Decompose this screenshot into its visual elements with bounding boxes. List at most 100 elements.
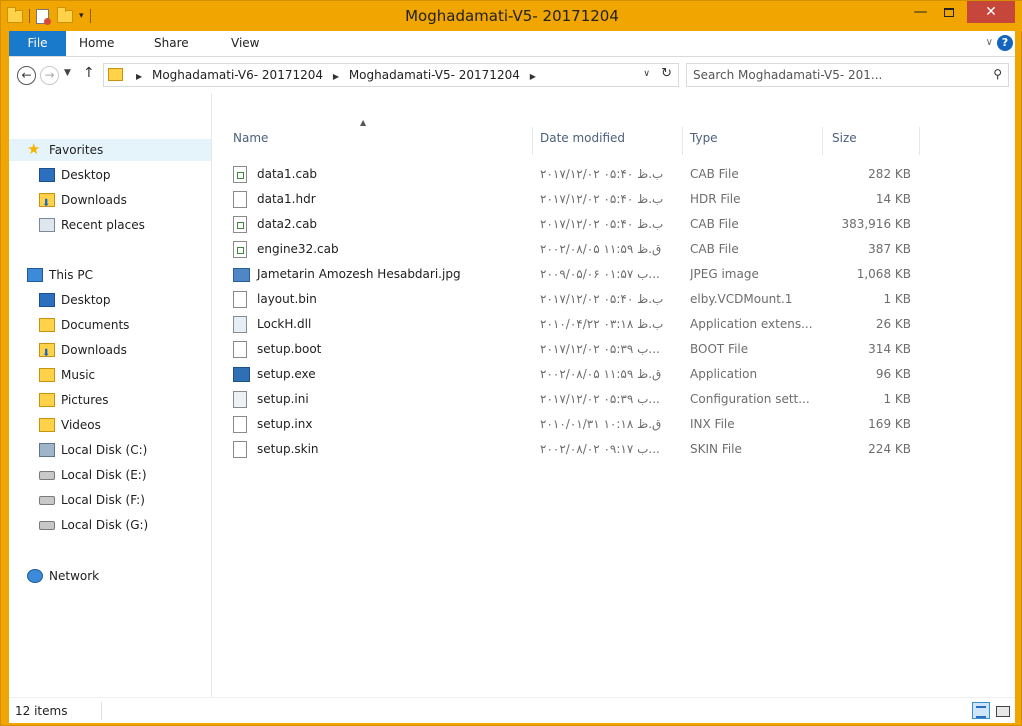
- file-date: ۲۰۱۷/۱۲/۰۲ ب.ظ ۰۵:۴۰: [540, 167, 664, 181]
- recent-locations-icon[interactable]: ▼: [64, 68, 71, 78]
- documents-icon: [39, 318, 55, 332]
- expand-ribbon-icon[interactable]: ∨: [986, 37, 993, 48]
- file-row[interactable]: setup.inx ۲۰۱۰/۰۱/۳۱ ق.ظ ۱۰:۱۸ INX File …: [212, 412, 1015, 437]
- file-icon: [233, 341, 247, 358]
- downloads-icon: [39, 193, 55, 215]
- desktop-icon: [39, 168, 55, 182]
- tab-share[interactable]: Share: [154, 31, 189, 56]
- minimize-button[interactable]: —: [906, 1, 935, 23]
- tab-file[interactable]: File: [9, 31, 66, 56]
- file-date: ۲۰۰۹/۰۵/۰۶ ب ۰۱:۵۷...: [540, 267, 660, 281]
- file-type: CAB File: [690, 167, 739, 181]
- cab-file-icon: [233, 216, 247, 233]
- file-date: ۲۰۰۲/۰۸/۰۲ ب ۰۹:۱۷...: [540, 442, 660, 456]
- refresh-icon[interactable]: ↻: [661, 66, 672, 81]
- file-date: ۲۰۰۲/۰۸/۰۵ ق.ظ ۱۱:۵۹: [540, 242, 662, 256]
- file-size: 96 KB: [875, 367, 911, 381]
- breadcrumb-chevron-icon[interactable]: ▶: [333, 72, 339, 81]
- pictures-icon: [39, 393, 55, 407]
- breadcrumb-item[interactable]: Moghadamati-V6- 20171204: [152, 68, 323, 82]
- network-icon: [27, 569, 43, 583]
- file-name: LockH.dll: [257, 317, 312, 331]
- nav-label: This PC: [49, 268, 93, 282]
- file-date: ۲۰۰۲/۰۸/۰۵ ق.ظ ۱۱:۵۹: [540, 367, 662, 381]
- file-row[interactable]: data1.hdr ۲۰۱۷/۱۲/۰۲ ب.ظ ۰۵:۴۰ HDR File …: [212, 187, 1015, 212]
- maximize-button[interactable]: [935, 1, 962, 23]
- file-type: CAB File: [690, 217, 739, 231]
- tab-home[interactable]: Home: [79, 31, 114, 56]
- close-button[interactable]: ✕: [967, 1, 1015, 23]
- cab-file-icon: [233, 166, 247, 183]
- file-size: 1,068 KB: [856, 267, 911, 281]
- address-bar[interactable]: ▶ Moghadamati-V6- 20171204 ▶ Moghadamati…: [103, 63, 679, 87]
- file-row[interactable]: data2.cab ۲۰۱۷/۱۲/۰۲ ب.ظ ۰۵:۴۰ CAB File …: [212, 212, 1015, 237]
- file-size: 14 KB: [875, 192, 911, 206]
- help-icon[interactable]: ?: [997, 35, 1013, 51]
- breadcrumb-item[interactable]: Moghadamati-V5- 20171204: [349, 68, 520, 82]
- file-name: data1.hdr: [257, 192, 316, 206]
- file-date: ۲۰۱۰/۰۱/۳۱ ق.ظ ۱۰:۱۸: [540, 417, 662, 431]
- file-name: data2.cab: [257, 217, 318, 231]
- forward-button[interactable]: →: [40, 66, 59, 85]
- column-divider[interactable]: [682, 127, 683, 155]
- file-icon: [233, 191, 247, 208]
- up-button[interactable]: ↑: [83, 65, 95, 81]
- search-box[interactable]: Search Moghadamati-V5- 201... ⚲: [686, 63, 1009, 87]
- column-header-date[interactable]: Date modified: [540, 131, 625, 151]
- column-header-name[interactable]: Name: [233, 131, 268, 151]
- file-row[interactable]: engine32.cab ۲۰۰۲/۰۸/۰۵ ق.ظ ۱۱:۵۹ CAB Fi…: [212, 237, 1015, 262]
- nav-label: Music: [61, 368, 96, 382]
- search-icon[interactable]: ⚲: [993, 67, 1002, 81]
- file-name: data1.cab: [257, 167, 318, 181]
- title-bar[interactable]: ▾ Moghadamati-V5- 20171204 — ✕: [1, 1, 1022, 31]
- file-name: setup.inx: [257, 417, 313, 431]
- tab-view[interactable]: View: [231, 31, 259, 56]
- file-row[interactable]: setup.exe ۲۰۰۲/۰۸/۰۵ ق.ظ ۱۱:۵۹ Applicati…: [212, 362, 1015, 387]
- file-type: INX File: [690, 417, 735, 431]
- file-name: setup.skin: [257, 442, 319, 456]
- file-date: ۲۰۱۰/۰۴/۲۲ ب.ظ ۰۳:۱۸: [540, 317, 664, 331]
- maximize-icon: [943, 7, 954, 17]
- sort-ascending-icon: ▲: [360, 118, 367, 127]
- nav-favorites[interactable]: ★ Favorites: [9, 139, 211, 161]
- file-date: ۲۰۱۷/۱۲/۰۲ ب.ظ ۰۵:۴۰: [540, 292, 664, 306]
- file-row[interactable]: setup.boot ۲۰۱۷/۱۲/۰۲ ب ۰۵:۳۹... BOOT Fi…: [212, 337, 1015, 362]
- ribbon-tabs: File Home Share View ∨ ?: [9, 31, 1015, 57]
- column-header-size[interactable]: Size: [832, 131, 857, 151]
- desktop-icon: [39, 293, 55, 307]
- column-divider[interactable]: [822, 127, 823, 155]
- file-row[interactable]: setup.ini ۲۰۱۷/۱۲/۰۲ ب ۰۵:۳۹... Configur…: [212, 387, 1015, 412]
- column-divider[interactable]: [919, 127, 920, 155]
- file-row[interactable]: data1.cab ۲۰۱۷/۱۲/۰۲ ب.ظ ۰۵:۴۰ CAB File …: [212, 162, 1015, 187]
- file-size: 169 KB: [868, 417, 911, 431]
- breadcrumb: ▶ Moghadamati-V6- 20171204 ▶ Moghadamati…: [130, 68, 542, 82]
- content-area: ★ Favorites Desktop Downloads Recent pla…: [9, 93, 1015, 697]
- file-row[interactable]: layout.bin ۲۰۱۷/۱۲/۰۲ ب.ظ ۰۵:۴۰ elby.VCD…: [212, 287, 1015, 312]
- nav-label: Desktop: [61, 168, 111, 182]
- computer-icon: [27, 268, 43, 282]
- navigation-pane: ★ Favorites Desktop Downloads Recent pla…: [9, 93, 212, 697]
- file-name: layout.bin: [257, 292, 317, 306]
- large-icons-view-icon[interactable]: [993, 702, 1011, 719]
- details-view-icon[interactable]: [972, 702, 990, 719]
- file-size: 224 KB: [868, 442, 911, 456]
- file-date: ۲۰۱۷/۱۲/۰۲ ب ۰۵:۳۹...: [540, 342, 660, 356]
- nav-label: Recent places: [61, 218, 145, 232]
- breadcrumb-chevron-icon[interactable]: ▶: [136, 72, 142, 81]
- address-dropdown-icon[interactable]: ∨: [643, 69, 650, 79]
- window-title: Moghadamati-V5- 20171204: [405, 7, 619, 25]
- status-divider: [101, 702, 102, 720]
- item-count: 12 items: [15, 704, 68, 718]
- file-type: Application: [690, 367, 758, 381]
- back-button[interactable]: ←: [17, 66, 36, 85]
- file-size: 1 KB: [883, 292, 911, 306]
- file-row[interactable]: setup.skin ۲۰۰۲/۰۸/۰۲ ب ۰۹:۱۷... SKIN Fi…: [212, 437, 1015, 462]
- nav-label: Downloads: [61, 193, 127, 207]
- file-row[interactable]: LockH.dll ۲۰۱۰/۰۴/۲۲ ب.ظ ۰۳:۱۸ Applicati…: [212, 312, 1015, 337]
- file-row[interactable]: Jametarin Amozesh Hesabdari.jpg ۲۰۰۹/۰۵/…: [212, 262, 1015, 287]
- nav-label: Downloads: [61, 343, 127, 357]
- breadcrumb-chevron-icon[interactable]: ▶: [530, 72, 536, 81]
- column-divider[interactable]: [532, 127, 533, 155]
- file-date: ۲۰۱۷/۱۲/۰۲ ب.ظ ۰۵:۴۰: [540, 192, 664, 206]
- column-header-type[interactable]: Type: [690, 131, 718, 151]
